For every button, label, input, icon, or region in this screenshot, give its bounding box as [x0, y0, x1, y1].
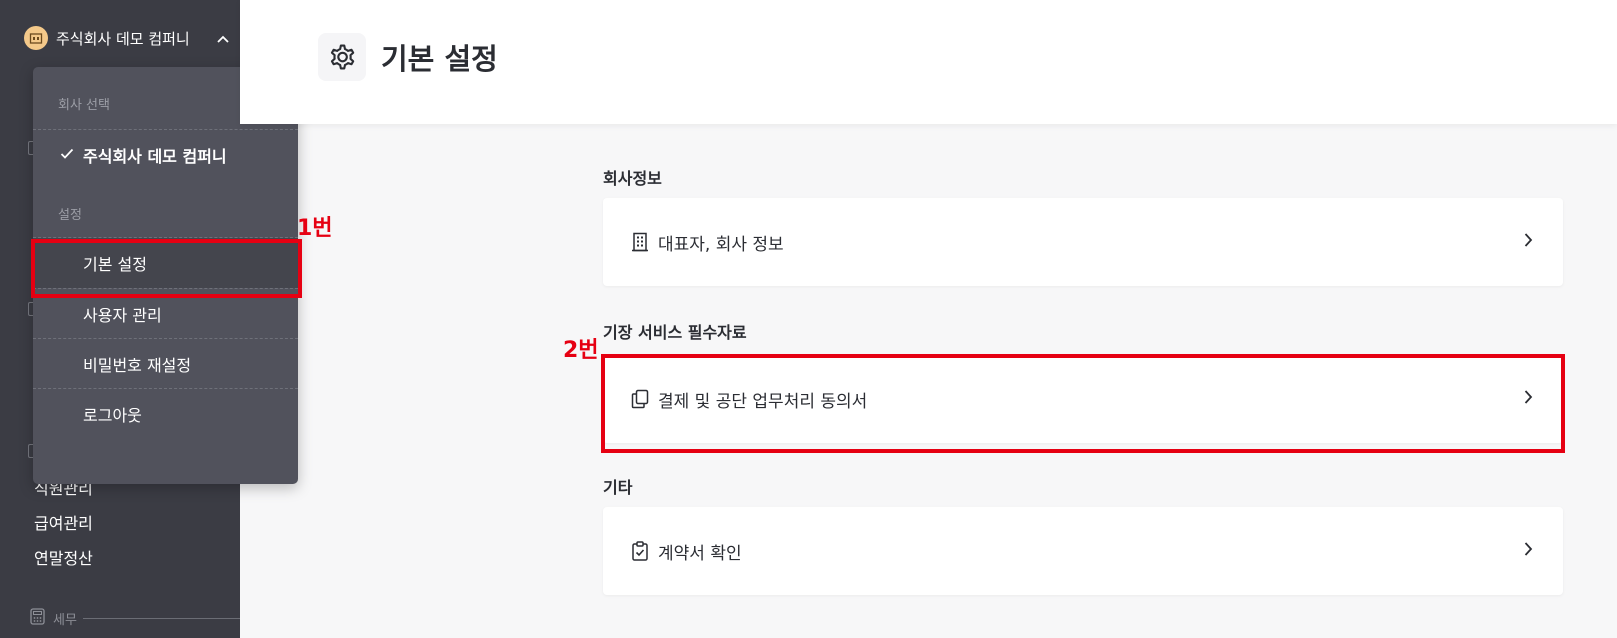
- dropdown-item-reset-password[interactable]: 비밀번호 재설정: [33, 339, 298, 389]
- building-icon: [630, 232, 650, 252]
- check-icon: [60, 145, 74, 164]
- company-logo-icon: [24, 26, 48, 50]
- company-name: 주식회사 데모 컴퍼니: [56, 29, 190, 48]
- page-title: 기본 설정: [381, 42, 498, 76]
- dropdown-section-company: 회사 선택: [58, 98, 110, 113]
- sidebar-section-label: 세무: [53, 613, 77, 628]
- calculator-icon: [30, 608, 45, 629]
- annotation-box-2: [601, 354, 1565, 453]
- section-title-bookkeeping-required-documents: 기장 서비스 필수자료: [603, 323, 747, 342]
- dropdown-company-name: 주식회사 데모 컴퍼니: [83, 147, 227, 166]
- dropdown-item-logout[interactable]: 로그아웃: [33, 389, 298, 439]
- sidebar-item-payroll[interactable]: 급여관리: [34, 511, 93, 546]
- gear-icon: [318, 33, 366, 81]
- annotation-label-1: 1번: [297, 216, 333, 241]
- page-header: 기본 설정: [240, 0, 1617, 124]
- clipboard-check-icon: [630, 541, 650, 561]
- section-title-company-info: 회사정보: [603, 169, 662, 188]
- card-contract-confirmation[interactable]: 계약서 확인: [603, 507, 1563, 595]
- card-representative-company-info[interactable]: 대표자, 회사 정보: [603, 198, 1563, 286]
- dropdown-section-settings: 설정: [58, 208, 82, 223]
- company-switcher[interactable]: 주식회사 데모 컴퍼니: [24, 24, 230, 52]
- card-label: 대표자, 회사 정보: [658, 234, 784, 255]
- annotation-label-2: 2번: [563, 338, 599, 363]
- sidebar-item-year-end-settlement[interactable]: 연말정산: [34, 546, 93, 581]
- chevron-right-icon: [1523, 541, 1533, 561]
- dropdown-company-option[interactable]: 주식회사 데모 컴퍼니: [33, 130, 298, 180]
- card-label: 계약서 확인: [658, 543, 742, 564]
- sidebar-nav: 직원관리 급여관리 연말정산: [34, 476, 93, 581]
- section-divider: [82, 618, 240, 619]
- sidebar-section-tax[interactable]: 세무: [30, 608, 240, 629]
- chevron-up-icon: [216, 29, 230, 48]
- section-title-other: 기타: [603, 478, 633, 497]
- chevron-right-icon: [1523, 232, 1533, 252]
- annotation-box-1: [31, 239, 302, 298]
